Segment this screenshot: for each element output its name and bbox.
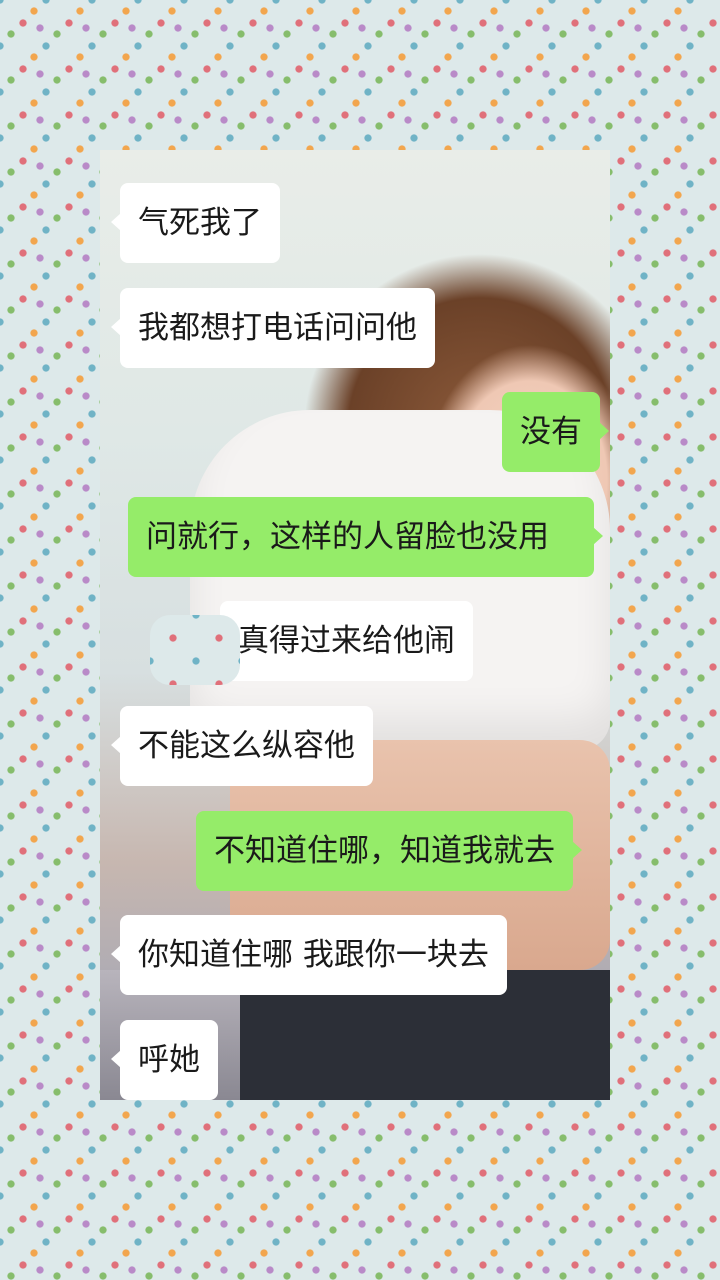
message-text: 真得过来给他闹 [238, 623, 455, 659]
message-bubble-outgoing[interactable]: 没有 [502, 392, 609, 472]
message-bubble-outgoing[interactable]: 问就行，这样的人留脸也没用 [128, 497, 603, 577]
message-text: 你知道住哪 我跟你一块去 [138, 937, 489, 973]
message-bubble-incoming[interactable]: 不能这么纵容他 [111, 706, 373, 786]
polka-dot-border [0, 1100, 720, 1280]
message-bubble-incoming[interactable]: 真得过来给他闹 [211, 601, 473, 681]
torn-paper-edge [150, 615, 240, 685]
message-bubble-incoming[interactable]: 气死我了 [111, 183, 280, 263]
message-text: 没有 [520, 414, 582, 450]
message-bubble-outgoing[interactable]: 不知道住哪，知道我就去 [196, 811, 582, 891]
message-text: 不知道住哪，知道我就去 [214, 833, 555, 869]
message-bubble-incoming[interactable]: 你知道住哪 我跟你一块去 [111, 915, 507, 995]
message-text: 气死我了 [138, 205, 262, 241]
message-text: 我都想打电话问问他 [138, 310, 417, 346]
message-text: 不能这么纵容他 [138, 728, 355, 764]
message-bubble-incoming[interactable]: 呼她 [111, 1020, 218, 1100]
message-bubble-incoming[interactable]: 我都想打电话问问他 [111, 288, 435, 368]
message-text: 问就行，这样的人留脸也没用 [146, 519, 549, 555]
message-text: 呼她 [138, 1042, 200, 1078]
